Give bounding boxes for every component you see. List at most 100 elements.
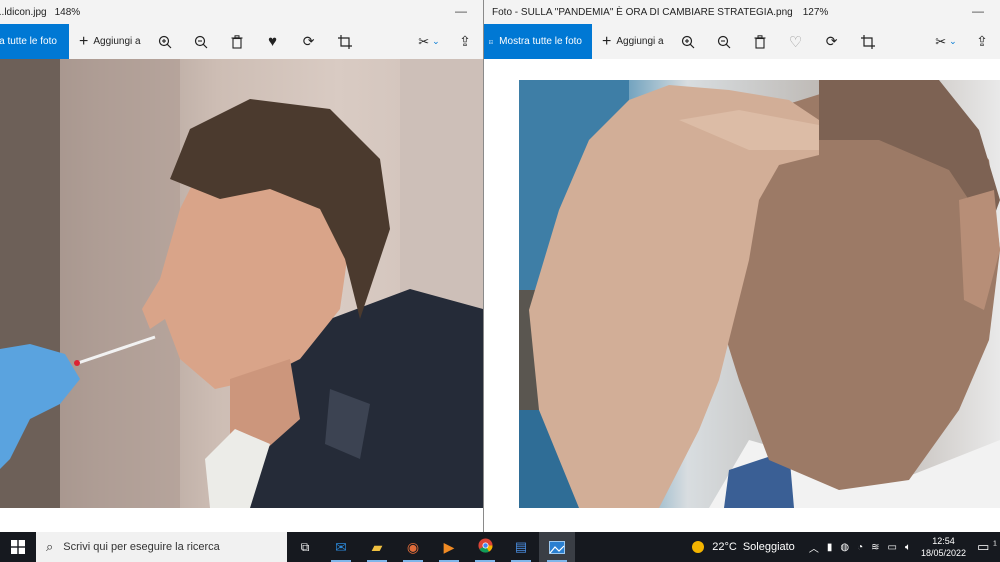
document-icon: ▤ [514,539,528,554]
photo-man-hand-on-head [519,80,1000,508]
heart-filled-icon: ♥ [268,33,278,50]
chevron-down-icon: ⌄ [949,36,957,46]
task-view-button[interactable]: ⧉ [287,532,323,562]
trash-icon [754,34,766,49]
security-icon[interactable]: ◍ [840,542,849,553]
show-all-label: stra tutte le foto [0,36,57,47]
media-player-icon: ▶ [443,538,455,555]
system-tray: ︿ ▮ ◍ ◔ ≋ ▭ 🔈︎ [805,540,915,555]
volume-icon[interactable]: 🔈︎ [905,542,911,553]
taskbar-app-chrome[interactable] [467,532,503,562]
photos-icon [549,540,565,554]
rotate-icon: ⟳ [825,33,838,49]
weather-temperature: 22°C [712,541,737,553]
sun-icon [692,541,705,553]
share-button[interactable]: ⇪ [964,24,1000,59]
share-button[interactable]: ⇪ [447,24,483,59]
rotate-button[interactable]: ⟳ [814,24,850,59]
taskbar-app-word[interactable]: ▤ [503,532,539,562]
crop-button[interactable] [327,24,363,59]
show-all-label: Mostra tutte le foto [499,36,582,47]
window-title: ...ldicon.jpg [0,6,47,18]
share-icon: ⇪ [459,33,471,49]
usb-icon[interactable]: ▮ [827,542,833,553]
plus-icon: + [79,32,89,50]
edit-tools-icon: ✂ [418,33,430,49]
notification-icon: ▭ [977,539,990,554]
zoom-in-icon [681,35,695,48]
taskbar-app-mail[interactable]: ✉ [323,532,359,562]
weather-widget[interactable]: 22°C Soleggiato [692,541,795,553]
zoom-level: 127% [802,6,829,18]
add-to-button[interactable]: + Aggiungi a [73,24,147,59]
minimize-button[interactable]: — [972,4,984,18]
favorite-button[interactable]: ♡ [778,24,814,59]
zoom-level: 148% [54,6,81,18]
title-bar[interactable]: Foto - SULLA "PANDEMIA" È ORA DI CAMBIAR… [484,0,1000,24]
title-bar[interactable]: ...ldicon.jpg 148% — [0,0,483,24]
favorite-button[interactable]: ♥ [255,24,291,59]
search-box[interactable]: ⌕ Scrivi qui per eseguire la ricerca [36,532,287,562]
task-view-icon: ⧉ [300,539,310,554]
taskbar-app-photos[interactable] [539,532,575,562]
image-viewer[interactable] [0,59,483,532]
search-placeholder: Scrivi qui per eseguire la ricerca [63,541,220,553]
show-all-photos-button[interactable]: Mostra tutte le foto [484,24,592,59]
clock[interactable]: 12:54 18/05/2022 [921,535,966,559]
heart-outline-icon: ♡ [788,33,803,51]
add-label: Aggiungi a [616,36,664,47]
edit-menu-button[interactable]: ✂ ⌄ [928,24,964,59]
notification-count: 1 [993,540,997,548]
clock-date: 18/05/2022 [920,548,966,558]
toolbar: Mostra tutte le foto + Aggiungi a ♡ ⟳ ✂ … [484,24,1000,59]
notification-center-button[interactable]: ▭ 1 [974,539,1000,555]
delete-button[interactable] [219,24,255,59]
zoom-in-icon [158,35,172,48]
crop-icon [337,34,352,49]
folder-icon: ▰ [371,538,383,555]
zoom-in-button[interactable] [147,24,183,59]
displayed-photo [0,59,483,508]
edit-menu-button[interactable]: ✂ ⌄ [411,24,447,59]
photo-swab-test [0,59,483,508]
zoom-out-button[interactable] [183,24,219,59]
search-icon: ⌕ [46,539,54,554]
show-all-photos-button[interactable]: stra tutte le foto [0,24,69,59]
displayed-photo [519,80,1000,508]
add-label: Aggiungi a [93,36,141,47]
chrome-icon [477,538,493,556]
zoom-in-button[interactable] [670,24,706,59]
paint-palette-icon: ◉ [406,538,420,555]
clock-time: 12:54 [932,536,955,546]
photos-window-left: ...ldicon.jpg 148% — stra tutte le foto … [0,0,483,532]
window-title: Foto - SULLA "PANDEMIA" È ORA DI CAMBIAR… [492,6,793,18]
zoom-out-button[interactable] [706,24,742,59]
trash-icon [231,34,243,49]
taskbar-app-file-explorer[interactable]: ▰ [359,532,395,562]
weather-description: Soleggiato [742,541,795,553]
zoom-out-icon [194,35,208,48]
edit-tools-icon: ✂ [935,33,947,49]
rotate-button[interactable]: ⟳ [291,24,327,59]
zoom-out-icon [717,35,731,48]
taskbar-app-paint[interactable]: ◉ [395,532,431,562]
network-icon[interactable]: ◔ [857,542,863,553]
rotate-icon: ⟳ [302,33,315,49]
chevron-up-icon[interactable]: ︿ [809,540,819,555]
windows-logo-icon [11,540,25,554]
battery-icon[interactable]: ▭ [888,542,897,553]
add-to-button[interactable]: + Aggiungi a [596,24,670,59]
photos-icon [489,39,494,44]
image-viewer[interactable] [484,59,1000,532]
mail-icon: ✉ [335,538,347,555]
wifi-icon[interactable]: ≋ [871,542,879,553]
crop-button[interactable] [850,24,886,59]
delete-button[interactable] [742,24,778,59]
share-icon: ⇪ [976,33,988,49]
toolbar: stra tutte le foto + Aggiungi a ♥ ⟳ ✂ ⌄ [0,24,483,59]
taskbar: ⌕ Scrivi qui per eseguire la ricerca ⧉ ✉… [0,532,1000,562]
photos-window-right: Foto - SULLA "PANDEMIA" È ORA DI CAMBIAR… [484,0,1000,532]
minimize-button[interactable]: — [455,4,467,18]
start-button[interactable] [0,532,36,562]
taskbar-app-media[interactable]: ▶ [431,532,467,562]
